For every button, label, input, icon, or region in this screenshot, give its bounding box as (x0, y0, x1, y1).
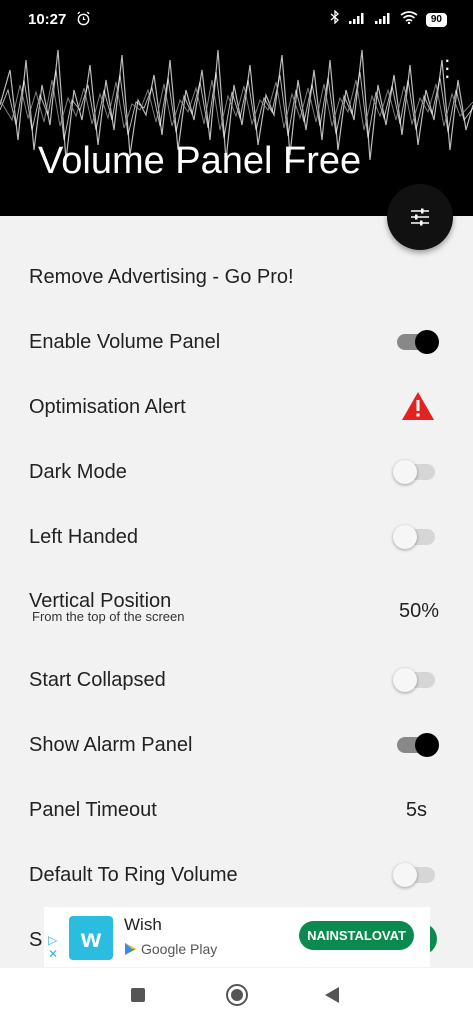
status-time: 10:27 (28, 11, 67, 28)
dark-mode-toggle[interactable] (393, 460, 435, 484)
vertical-position-value: 50% (398, 600, 439, 622)
toggle-knob (393, 460, 417, 484)
panel-timeout-value: 5s (405, 799, 427, 821)
toggle-knob (415, 330, 439, 354)
toggle-knob (393, 863, 417, 887)
toggle-knob (393, 668, 417, 692)
setting-panel-timeout[interactable]: Panel Timeout 5s (0, 779, 473, 841)
wish-logo: w (69, 916, 113, 960)
install-button[interactable]: NAINSTALOVAT (299, 921, 414, 950)
setting-label: Optimisation Alert (29, 396, 186, 418)
setting-label: Panel Timeout (29, 799, 157, 821)
setting-label: Show Alarm Panel (29, 734, 193, 756)
setting-label: Remove Advertising - Go Pro! (29, 266, 294, 288)
signal-icon (348, 11, 366, 29)
setting-left-handed[interactable]: Left Handed (0, 506, 473, 568)
setting-enable-volume-panel[interactable]: Enable Volume Panel (0, 311, 473, 373)
status-bar: 10:27 90 (0, 0, 473, 38)
setting-vertical-position[interactable]: Vertical Position From the top of the sc… (0, 578, 473, 638)
toggle-knob (393, 525, 417, 549)
battery-indicator: 90 (425, 12, 447, 27)
default-ring-volume-toggle[interactable] (393, 863, 435, 887)
setting-label: S (29, 929, 43, 951)
wifi-icon (400, 10, 418, 29)
bluetooth-icon (330, 9, 340, 29)
adchoices-icon[interactable]: ▷ ✕ (48, 933, 58, 961)
settings-sliders-button[interactable] (387, 184, 453, 250)
show-alarm-panel-toggle[interactable] (397, 733, 439, 757)
setting-dark-mode[interactable]: Dark Mode (0, 441, 473, 503)
setting-remove-ads[interactable]: Remove Advertising - Go Pro! (0, 246, 473, 308)
setting-show-alarm-panel[interactable]: Show Alarm Panel (0, 714, 473, 776)
recents-button[interactable] (131, 988, 145, 1002)
ad-app-name: Wish (124, 915, 162, 934)
signal-icon-2 (374, 11, 392, 29)
overflow-menu-icon[interactable]: · · · (444, 49, 451, 87)
setting-label: Left Handed (29, 526, 138, 548)
google-play-icon (125, 943, 136, 955)
ad-store: Google Play (124, 941, 217, 957)
back-button[interactable] (324, 986, 340, 1009)
setting-default-ring-volume[interactable]: Default To Ring Volume (0, 844, 473, 906)
navigation-bar (0, 968, 473, 1024)
warning-icon[interactable] (401, 391, 435, 426)
setting-label: Start Collapsed (29, 669, 166, 691)
app-title: Volume Panel Free (38, 140, 362, 182)
setting-label: Default To Ring Volume (29, 864, 238, 886)
left-handed-toggle[interactable] (393, 525, 435, 549)
home-button[interactable] (226, 984, 248, 1006)
ad-store-label: Google Play (141, 941, 218, 957)
toggle-knob (415, 733, 439, 757)
alarm-icon (76, 11, 91, 31)
setting-label: Dark Mode (29, 461, 127, 483)
setting-sublabel: From the top of the screen (32, 609, 185, 624)
sliders-icon (411, 208, 429, 226)
start-collapsed-toggle[interactable] (393, 668, 435, 692)
setting-optimisation-alert[interactable]: Optimisation Alert (0, 376, 473, 438)
setting-start-collapsed[interactable]: Start Collapsed (0, 649, 473, 711)
enable-volume-panel-toggle[interactable] (397, 330, 439, 354)
ad-banner[interactable]: ▷ ✕ w Wish Google Play NAINSTALOVAT (44, 907, 430, 967)
setting-label: Enable Volume Panel (29, 331, 221, 353)
